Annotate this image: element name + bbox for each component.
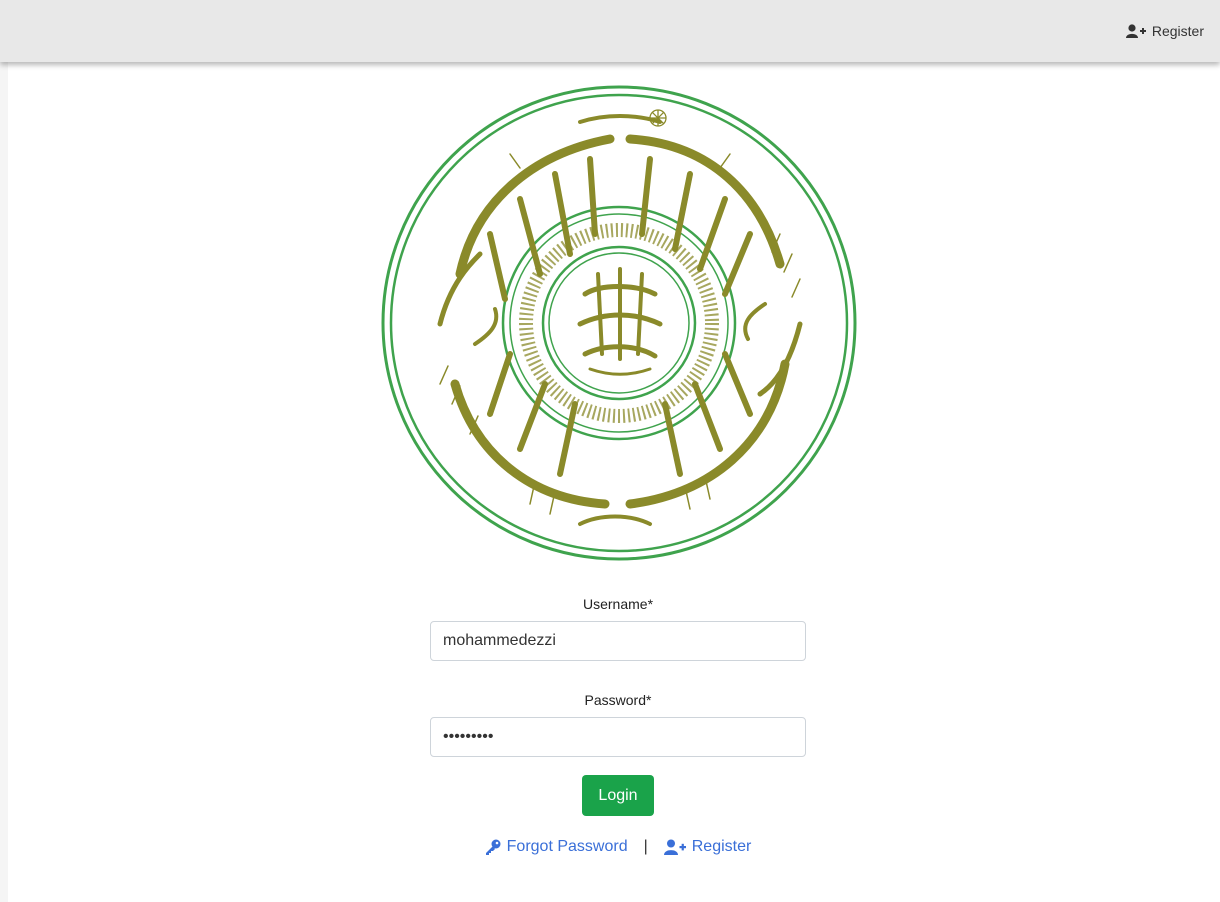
key-icon <box>485 839 501 855</box>
forgot-password-link[interactable]: Forgot Password <box>485 838 628 856</box>
auth-links: Forgot Password | Register <box>430 838 806 856</box>
forgot-password-label: Forgot Password <box>506 838 628 855</box>
register-label: Register <box>691 838 752 855</box>
login-page: Username* Password* Login Forgot Passwor… <box>8 62 1220 902</box>
top-navbar: Register <box>0 0 1220 62</box>
link-separator: | <box>643 838 648 855</box>
register-link[interactable]: Register <box>663 838 752 856</box>
navbar-register-label: Register <box>1151 23 1204 39</box>
user-plus-icon <box>1125 24 1146 38</box>
user-plus-icon <box>663 839 686 855</box>
login-button[interactable]: Login <box>582 775 654 816</box>
username-label: Username* <box>582 596 654 612</box>
password-label: Password* <box>584 692 652 708</box>
password-input[interactable] <box>430 717 806 757</box>
calligraphy-seal-logo <box>381 85 857 561</box>
username-input[interactable] <box>430 621 806 661</box>
navbar-register-link[interactable]: Register <box>1125 23 1204 39</box>
